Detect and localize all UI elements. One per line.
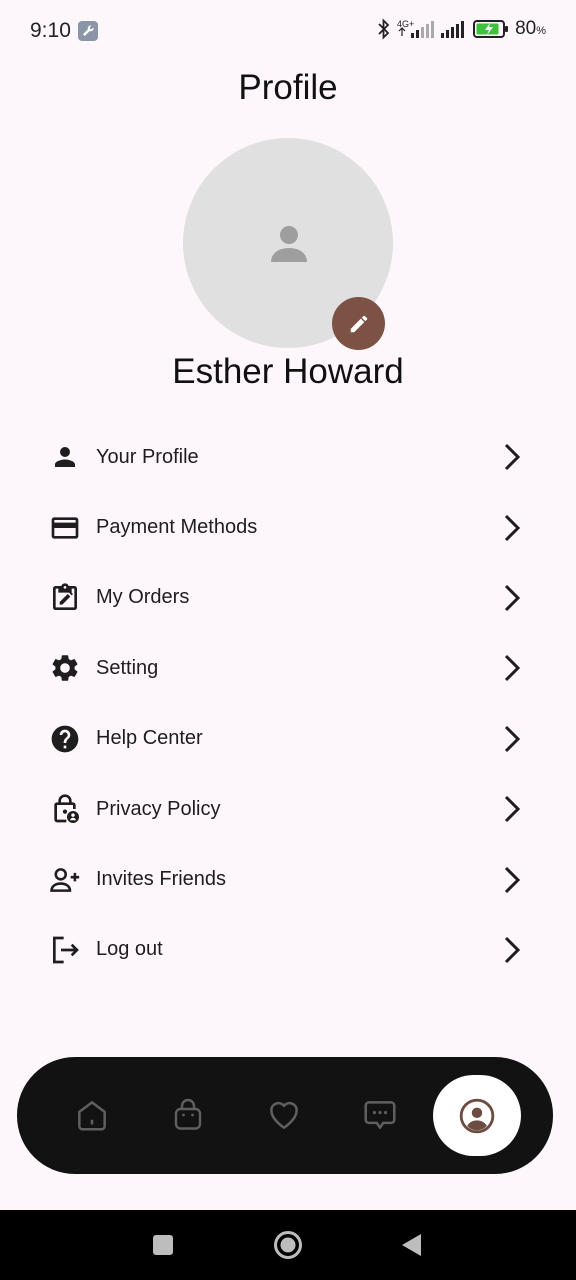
- nav-wishlist[interactable]: [262, 1093, 306, 1137]
- network-type-label: 4G+: [397, 19, 414, 29]
- circle-home-icon: [274, 1231, 302, 1259]
- menu-item-label: Setting: [96, 656, 159, 679]
- system-navigation-bar: [0, 1210, 576, 1280]
- menu-item-label: My Orders: [96, 586, 190, 609]
- gear-icon: [48, 651, 82, 685]
- chevron-right-icon: [504, 936, 521, 963]
- clipboard-edit-icon: [48, 581, 82, 615]
- home-icon: [78, 1101, 106, 1131]
- nav-chat[interactable]: [358, 1093, 402, 1137]
- nav-profile[interactable]: [433, 1075, 521, 1156]
- user-name: Esther Howard: [172, 352, 404, 391]
- nav-cart[interactable]: [166, 1093, 210, 1137]
- chevron-right-icon: [504, 725, 521, 752]
- help-icon: [48, 722, 82, 756]
- status-indicators: 4G+ 80%: [377, 18, 546, 40]
- bottom-navigation-bar: [17, 1057, 553, 1174]
- menu-item-log-out[interactable]: Log out: [0, 915, 576, 985]
- battery-charging-icon: [473, 20, 509, 38]
- page-title: Profile: [238, 68, 338, 107]
- recents-button[interactable]: [146, 1228, 180, 1262]
- square-icon: [153, 1235, 173, 1255]
- back-button[interactable]: [394, 1228, 428, 1262]
- menu-item-label: Invites Friends: [96, 868, 227, 891]
- status-time: 9:10: [30, 19, 71, 42]
- menu-item-my-orders[interactable]: My Orders: [0, 563, 576, 633]
- menu-item-label: Help Center: [96, 727, 203, 750]
- chevron-right-icon: [504, 514, 521, 541]
- menu-item-privacy-policy[interactable]: Privacy Policy: [0, 774, 576, 844]
- chat-icon: [364, 1101, 396, 1129]
- profile-icon: [459, 1098, 495, 1133]
- menu-item-setting[interactable]: Setting: [0, 633, 576, 703]
- edit-avatar-button[interactable]: [332, 297, 385, 350]
- lock-user-icon: [48, 792, 82, 826]
- profile-screen: 9:10 4G+ 80% Profile Esther Howard Your …: [0, 0, 576, 1280]
- wrench-icon: [78, 21, 98, 41]
- menu-item-label: Log out: [96, 938, 163, 961]
- nav-home[interactable]: [70, 1093, 114, 1137]
- cellular-4g-signal-icon: 4G+: [397, 19, 435, 38]
- menu-item-your-profile[interactable]: Your Profile: [0, 422, 576, 492]
- battery-percentage: 80%: [515, 18, 546, 39]
- chevron-right-icon: [504, 866, 521, 893]
- logout-icon: [48, 933, 82, 967]
- menu-item-help-center[interactable]: Help Center: [0, 704, 576, 774]
- cellular-signal-icon: [441, 21, 465, 38]
- back-triangle-icon: [402, 1234, 421, 1256]
- person-placeholder-icon: [271, 226, 307, 262]
- chevron-right-icon: [504, 796, 521, 823]
- menu-item-label: Your Profile: [96, 445, 199, 468]
- menu-item-label: Payment Methods: [96, 516, 258, 539]
- chevron-right-icon: [504, 444, 521, 471]
- pencil-icon: [350, 315, 367, 332]
- bag-icon: [174, 1098, 202, 1130]
- chevron-right-icon: [504, 655, 521, 682]
- credit-card-icon: [48, 511, 82, 545]
- chevron-right-icon: [504, 584, 521, 612]
- menu-item-label: Privacy Policy: [96, 797, 221, 820]
- menu-item-payment-methods[interactable]: Payment Methods: [0, 492, 576, 562]
- heart-icon: [270, 1101, 298, 1129]
- person-icon: [48, 440, 82, 474]
- status-bar: 9:10 4G+ 80%: [0, 0, 576, 62]
- add-person-icon: [48, 863, 82, 897]
- profile-menu: Your Profile Payment Methods My Orders S…: [0, 422, 576, 985]
- menu-item-invites-friends[interactable]: Invites Friends: [0, 844, 576, 914]
- home-system-button[interactable]: [271, 1228, 305, 1262]
- bluetooth-icon: [378, 18, 390, 40]
